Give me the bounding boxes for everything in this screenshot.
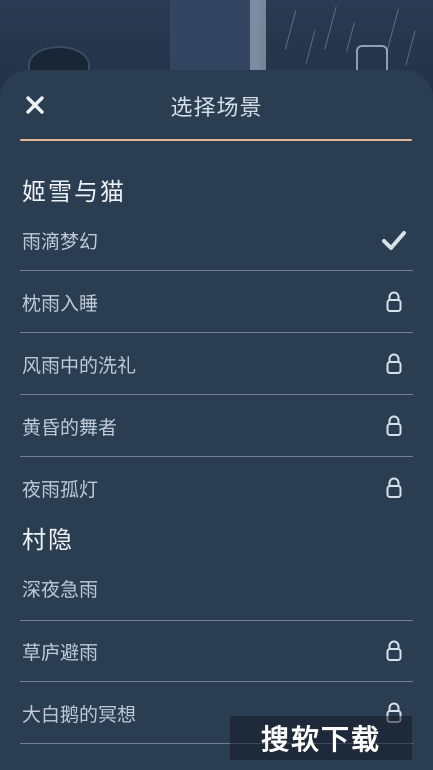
lock-icon xyxy=(381,351,407,377)
scene-item-label: 大白鹅的冥想 xyxy=(22,703,137,726)
rain-streak xyxy=(346,22,355,52)
rain-streak xyxy=(284,10,297,50)
scene-item[interactable]: 风雨中的洗礼 xyxy=(20,334,413,394)
scene-item[interactable]: 枕雨入睡 xyxy=(20,272,413,332)
scene-item-label: 风雨中的洗礼 xyxy=(22,354,137,377)
title-underline xyxy=(20,139,412,141)
group-title: 姬雪与猫 xyxy=(22,178,126,206)
scene-selector-sheet: 选择场景 姬雪与猫 雨滴梦幻 枕雨入睡 风雨中的洗礼 黄昏的舞者 夜雨孤灯 村隐… xyxy=(0,70,433,770)
scene-item-label: 深夜急雨 xyxy=(22,578,99,601)
scene-item-label: 雨滴梦幻 xyxy=(22,230,99,253)
scene-item-label: 夜雨孤灯 xyxy=(22,478,99,501)
lock-icon xyxy=(381,638,407,664)
scene-item-label: 枕雨入睡 xyxy=(22,292,99,315)
checkmark-icon xyxy=(381,227,407,253)
scene-item[interactable]: 黄昏的舞者 xyxy=(20,396,413,456)
screen: 选择场景 姬雪与猫 雨滴梦幻 枕雨入睡 风雨中的洗礼 黄昏的舞者 夜雨孤灯 村隐… xyxy=(0,0,433,770)
divider xyxy=(20,270,413,271)
scene-item[interactable]: 草庐避雨 xyxy=(20,621,413,681)
rain-streak xyxy=(305,30,316,64)
scene-item-label: 草庐避雨 xyxy=(22,641,99,664)
divider xyxy=(20,394,413,395)
divider xyxy=(20,681,413,682)
group-title: 村隐 xyxy=(22,526,74,554)
lock-icon xyxy=(381,289,407,315)
sheet-title: 选择场景 xyxy=(170,96,263,121)
scene-item-label: 黄昏的舞者 xyxy=(22,416,118,439)
lock-icon xyxy=(381,475,407,501)
rain-streak xyxy=(386,8,399,54)
sheet-header: 选择场景 xyxy=(0,70,433,141)
scene-item[interactable]: 夜雨孤灯 xyxy=(20,458,413,518)
rain-streak xyxy=(324,6,337,50)
scene-item[interactable]: 雨滴梦幻 xyxy=(20,210,413,270)
scene-item[interactable]: 深夜急雨 xyxy=(20,558,413,618)
rain-streak xyxy=(405,30,416,66)
divider xyxy=(20,332,413,333)
divider xyxy=(20,456,413,457)
lock-icon xyxy=(381,413,407,439)
watermark: 搜软下载 xyxy=(230,716,412,760)
